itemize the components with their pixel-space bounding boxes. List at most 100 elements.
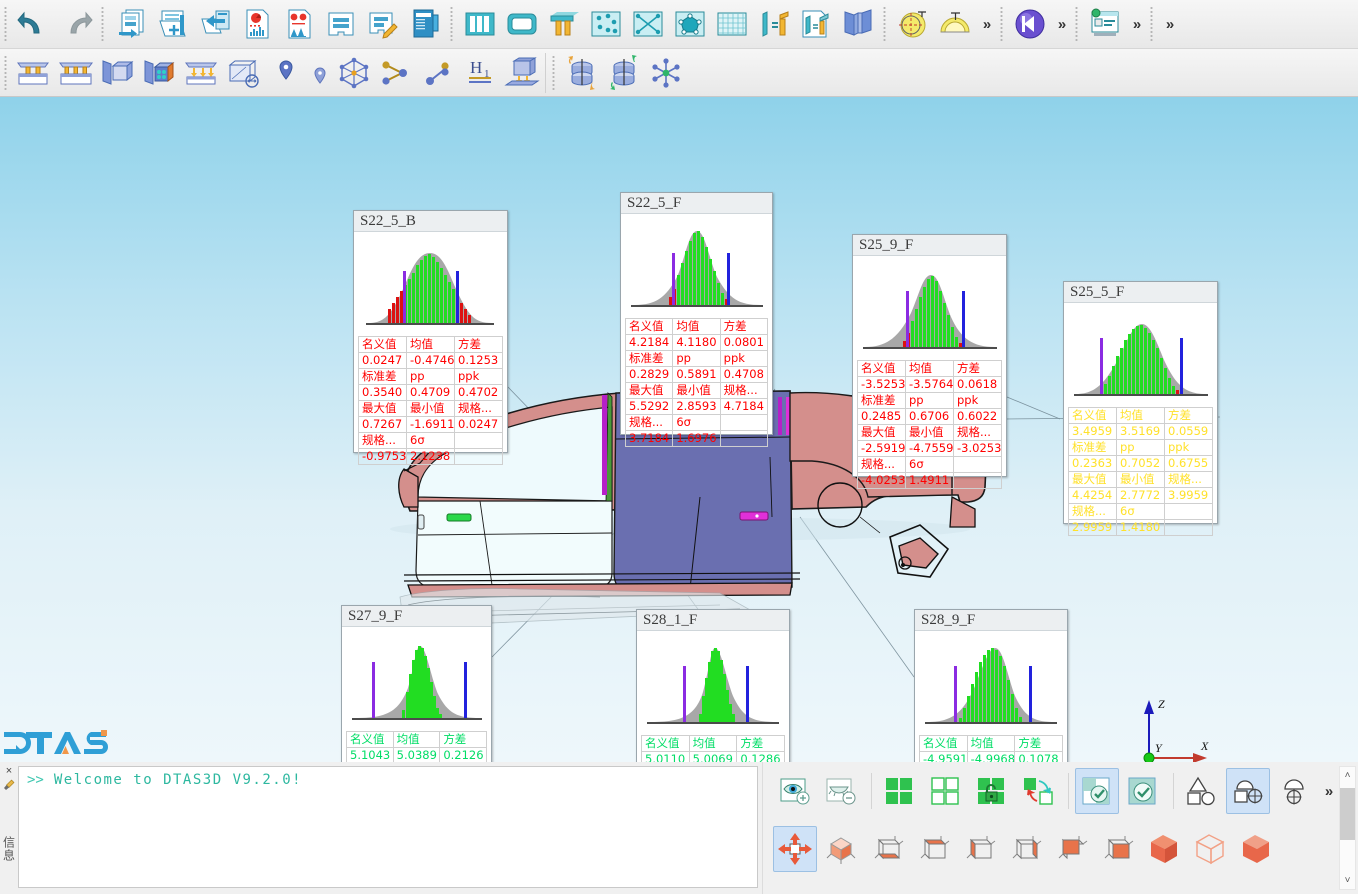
console-tab-label[interactable]: 信息: [1, 836, 18, 862]
toolbar-gripper[interactable]: [3, 6, 10, 42]
pan-arrows-button[interactable]: [773, 826, 817, 872]
table-cell: 名义值: [920, 736, 968, 752]
table-cell: 标准差: [1069, 440, 1117, 456]
console-output[interactable]: >>Welcome to DTAS3D V9.2.0!: [18, 766, 758, 888]
table-cell: -4.9591: [920, 752, 968, 763]
measure-doc-button[interactable]: [795, 2, 837, 46]
report-chart-button[interactable]: [236, 2, 278, 46]
rotate-stack-orange-button[interactable]: [561, 51, 603, 95]
toolbar-gripper-tolerance[interactable]: [882, 6, 889, 42]
stat-panel[interactable]: S25_9_F: [852, 234, 1007, 477]
network-node-button[interactable]: [333, 51, 375, 95]
close-icon[interactable]: ×: [2, 764, 16, 778]
scroll-down-arrow[interactable]: ˅: [1339, 872, 1356, 889]
link-two-button[interactable]: [375, 51, 417, 95]
stack-press-button[interactable]: [13, 51, 55, 95]
scroll-up-arrow[interactable]: ˄: [1339, 767, 1356, 784]
polygon-button[interactable]: [669, 2, 711, 46]
stat-panel[interactable]: S28_9_F: [914, 609, 1068, 762]
panel-title: S28_9_F: [915, 610, 1067, 631]
back-view-button[interactable]: [1095, 826, 1139, 872]
press-arrows-button[interactable]: [181, 51, 223, 95]
view-toolbox-overflow-chevron[interactable]: »: [1318, 769, 1338, 813]
settings-window-button[interactable]: [1084, 2, 1126, 46]
link-one-button[interactable]: [417, 51, 459, 95]
stat-panel[interactable]: S28_1_F 名义值均值方差5.0: [636, 609, 790, 762]
rotate-stack-green-button[interactable]: [603, 51, 645, 95]
toolbar-gripper-more[interactable]: [1149, 6, 1156, 42]
measure-equal-button[interactable]: [753, 2, 795, 46]
tolerance-overflow-chevron[interactable]: »: [976, 2, 996, 46]
grid-swap-button[interactable]: [1016, 768, 1060, 814]
table-cell: [1165, 520, 1213, 536]
toolbox-scrollbar[interactable]: ˄ ˅: [1339, 766, 1356, 890]
bottom-view-button[interactable]: [865, 826, 909, 872]
solid-cube-button[interactable]: [1141, 826, 1185, 872]
add-file-button[interactable]: [152, 2, 194, 46]
hide-eye-minus-button[interactable]: [819, 768, 863, 814]
document-panel-button[interactable]: [404, 2, 446, 46]
table-cell: 均值: [689, 736, 737, 752]
panel-pair-button[interactable]: [837, 2, 879, 46]
card-button[interactable]: [320, 2, 362, 46]
columns-button[interactable]: [459, 2, 501, 46]
bounding-box-button[interactable]: [223, 51, 265, 95]
toolbar2-gripper-rotate[interactable]: [551, 55, 558, 91]
shape-target-button[interactable]: [1226, 768, 1270, 814]
toolbar-gripper-modeling[interactable]: [449, 6, 456, 42]
table-row: 名义值均值方差: [359, 337, 503, 353]
cross-link-button[interactable]: [627, 2, 669, 46]
front-view-button[interactable]: [1049, 826, 1093, 872]
mesh-button[interactable]: [711, 2, 753, 46]
table-cell: 2.1238: [407, 449, 455, 465]
stack-press-multi-button[interactable]: [55, 51, 97, 95]
shapes-button[interactable]: [1180, 768, 1224, 814]
3d-viewport[interactable]: S22_5_B: [0, 97, 1358, 762]
toolbar-gripper-file[interactable]: [100, 6, 107, 42]
pin-small-button[interactable]: [307, 51, 333, 95]
card-edit-button[interactable]: [362, 2, 404, 46]
stat-panel[interactable]: S22_5_F: [620, 192, 773, 435]
settings-overflow-chevron[interactable]: »: [1126, 2, 1146, 46]
stat-panel[interactable]: S25_5_F: [1063, 281, 1218, 524]
stat-panel[interactable]: S27_9_F: [341, 605, 492, 762]
grid-outline-button[interactable]: [924, 768, 968, 814]
grid-unlock-button[interactable]: [970, 768, 1014, 814]
drop-cube-button[interactable]: [501, 51, 543, 95]
wire-cube-button[interactable]: [1187, 826, 1231, 872]
plate-button[interactable]: [501, 2, 543, 46]
rewind-circle-button[interactable]: [1009, 2, 1051, 46]
import-button[interactable]: [194, 2, 236, 46]
grid-filled-button[interactable]: [878, 768, 922, 814]
top-view-button[interactable]: [911, 826, 955, 872]
toolbar-gripper-simulate[interactable]: [999, 6, 1006, 42]
toolbar-overflow-chevron[interactable]: »: [1159, 2, 1179, 46]
stat-panel[interactable]: S22_5_B: [353, 210, 508, 453]
dome-target-button[interactable]: [1272, 768, 1316, 814]
star-node-button[interactable]: [645, 51, 687, 95]
protractor-button[interactable]: [934, 2, 976, 46]
toolbar-gripper-settings[interactable]: [1074, 6, 1081, 42]
right-view-button[interactable]: [1003, 826, 1047, 872]
points-button[interactable]: [585, 2, 627, 46]
scrollbar-thumb[interactable]: [1340, 788, 1355, 840]
pin-large-button[interactable]: [265, 51, 307, 95]
iso-view-button[interactable]: [819, 826, 863, 872]
simulate-overflow-chevron[interactable]: »: [1051, 2, 1071, 46]
new-project-button[interactable]: [110, 2, 152, 46]
select-check-right-button[interactable]: [1121, 768, 1165, 814]
report-compare-button[interactable]: [278, 2, 320, 46]
select-check-left-button[interactable]: [1075, 768, 1119, 814]
broom-icon[interactable]: [2, 778, 16, 792]
show-eye-plus-button[interactable]: [773, 768, 817, 814]
left-view-button[interactable]: [957, 826, 1001, 872]
pin-pair-button[interactable]: [543, 2, 585, 46]
cube-dots-button[interactable]: [139, 51, 181, 95]
redo-button[interactable]: [55, 2, 97, 46]
toolbar2-gripper[interactable]: [3, 55, 10, 91]
flat-cube-button[interactable]: [1233, 826, 1277, 872]
h1-label-button[interactable]: H 1: [459, 51, 501, 95]
target-gauge-button[interactable]: [892, 2, 934, 46]
cube-wall-button[interactable]: [97, 51, 139, 95]
undo-button[interactable]: [13, 2, 55, 46]
